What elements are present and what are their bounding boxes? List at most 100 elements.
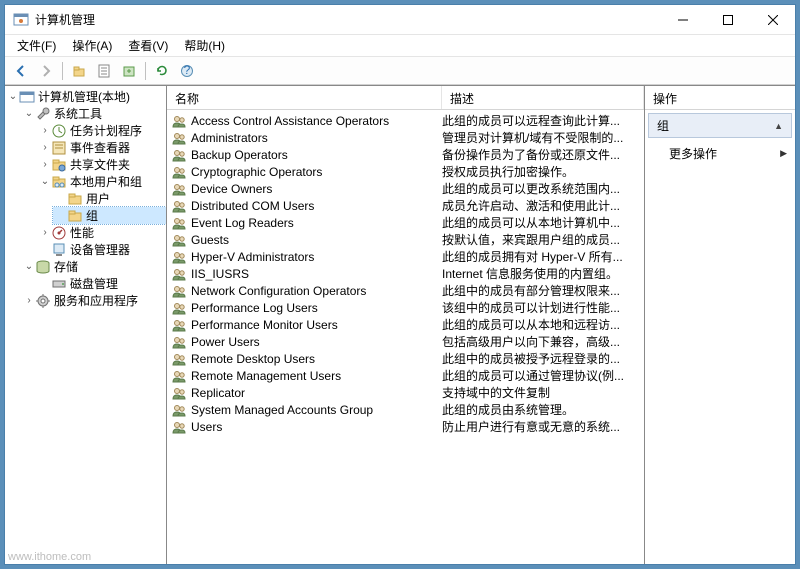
- tree-event-viewer[interactable]: ›事件查看器: [37, 139, 166, 156]
- group-description: 防止用户进行有意或无意的系统...: [442, 418, 644, 435]
- group-icon: [171, 215, 187, 231]
- group-icon: [171, 283, 187, 299]
- tree-local-users-groups-icon: [51, 174, 67, 190]
- action-section-groups[interactable]: 组 ▲: [648, 113, 792, 138]
- tree-users-label: 用户: [86, 190, 110, 207]
- expand-icon[interactable]: ⌄: [7, 91, 19, 102]
- action-section-label: 组: [657, 117, 669, 134]
- forward-button[interactable]: [34, 60, 58, 82]
- tree-shared-folders-label: 共享文件夹: [70, 156, 130, 173]
- help-button[interactable]: ?: [175, 60, 199, 82]
- group-icon: [171, 198, 187, 214]
- list-item[interactable]: Cryptographic Operators授权成员执行加密操作。: [167, 163, 644, 180]
- list-item[interactable]: Remote Management Users此组的成员可以通过管理协议(例..…: [167, 367, 644, 384]
- list-item[interactable]: Performance Log Users该组中的成员可以计划进行性能...: [167, 299, 644, 316]
- tree-storage-icon: [35, 259, 51, 275]
- group-description: 此组中的成员有部分管理权限来...: [442, 282, 644, 299]
- menu-bar: 文件(F) 操作(A) 查看(V) 帮助(H): [5, 35, 795, 57]
- group-description: 此组的成员拥有对 Hyper-V 所有...: [442, 248, 644, 265]
- tree-task-scheduler-icon: [51, 123, 67, 139]
- tree-services-apps-icon: [35, 293, 51, 309]
- tree-storage[interactable]: ⌄ 存储: [21, 258, 166, 275]
- list-item[interactable]: Device Owners此组的成员可以更改系统范围内...: [167, 180, 644, 197]
- expand-icon[interactable]: ›: [39, 142, 51, 153]
- list-item[interactable]: Users 防止用户进行有意或无意的系统...: [167, 418, 644, 435]
- list-pane[interactable]: 名称 描述 Access Control Assistance Operator…: [167, 86, 645, 564]
- list-item[interactable]: Performance Monitor Users此组的成员可以从本地和远程访.…: [167, 316, 644, 333]
- list-item[interactable]: Guests 按默认值，来宾跟用户组的成员...: [167, 231, 644, 248]
- action-more[interactable]: 更多操作 ▶: [645, 141, 795, 166]
- tree-shared-folders-icon: [51, 157, 67, 173]
- list-item[interactable]: Remote Desktop Users此组中的成员被授予远程登录的...: [167, 350, 644, 367]
- list-item[interactable]: Replicator支持域中的文件复制: [167, 384, 644, 401]
- tree-shared-folders[interactable]: › 共享文件夹: [37, 156, 166, 173]
- tree-root-node[interactable]: ⌄计算机管理(本地): [5, 88, 166, 105]
- list-item[interactable]: IIS_IUSRSInternet 信息服务使用的内置组。: [167, 265, 644, 282]
- tree-task-scheduler-label: 任务计划程序: [70, 122, 142, 139]
- menu-action[interactable]: 操作(A): [64, 35, 120, 56]
- group-description: 此组的成员可以更改系统范围内...: [442, 180, 644, 197]
- tree-users-icon: [67, 191, 83, 207]
- tree-services-apps[interactable]: ›服务和应用程序: [21, 292, 166, 309]
- list-item[interactable]: Power Users包括高级用户以向下兼容，高级...: [167, 333, 644, 350]
- tree-system-tools[interactable]: ⌄系统工具: [21, 105, 166, 122]
- actions-pane: 操作 组 ▲ 更多操作 ▶: [645, 86, 795, 564]
- column-description[interactable]: 描述: [442, 86, 644, 109]
- tree-users[interactable]: 用户: [53, 190, 166, 207]
- tree-disk-management[interactable]: 磁盘管理: [37, 275, 166, 292]
- menu-view[interactable]: 查看(V): [120, 35, 176, 56]
- export-button[interactable]: [117, 60, 141, 82]
- watermark: www.ithome.com: [8, 551, 91, 563]
- group-description: 管理员对计算机/域有不受限制的...: [442, 129, 644, 146]
- list-item[interactable]: Administrators管理员对计算机/域有不受限制的...: [167, 129, 644, 146]
- tree-performance-icon: [51, 225, 67, 241]
- list-item[interactable]: Hyper-V Administrators此组的成员拥有对 Hyper-V 所…: [167, 248, 644, 265]
- group-description: 成员允许启动、激活和使用此计...: [442, 197, 644, 214]
- expand-icon[interactable]: ⌄: [39, 176, 51, 187]
- back-button[interactable]: [9, 60, 33, 82]
- expand-icon[interactable]: ›: [23, 295, 35, 306]
- list-body[interactable]: Access Control Assistance Operators此组的成员…: [167, 110, 644, 564]
- expand-icon[interactable]: ›: [39, 227, 51, 238]
- properties-button[interactable]: [92, 60, 116, 82]
- close-button[interactable]: [750, 5, 795, 34]
- column-name[interactable]: 名称: [167, 86, 442, 109]
- group-name: Users: [191, 420, 222, 434]
- group-name: Remote Management Users: [191, 369, 341, 383]
- tree-local-users-groups[interactable]: ⌄本地用户和组: [37, 173, 166, 190]
- minimize-button[interactable]: [660, 5, 705, 34]
- tree-device-manager[interactable]: 设备管理器: [37, 241, 166, 258]
- group-name: Performance Log Users: [191, 301, 318, 315]
- expand-icon[interactable]: ⌄: [23, 261, 35, 272]
- maximize-button[interactable]: [705, 5, 750, 34]
- group-name: Event Log Readers: [191, 216, 294, 230]
- group-name: Distributed COM Users: [191, 199, 314, 213]
- group-description: 此组中的成员被授予远程登录的...: [442, 350, 644, 367]
- tree-storage-label: 存储: [54, 258, 78, 275]
- tree-device-manager-label: 设备管理器: [70, 241, 130, 258]
- list-item[interactable]: System Managed Accounts Group此组的成员由系统管理。: [167, 401, 644, 418]
- menu-help[interactable]: 帮助(H): [176, 35, 233, 56]
- tree-pane[interactable]: ⌄计算机管理(本地)⌄系统工具›任务计划程序›事件查看器›共享文件夹⌄本地用户和…: [5, 86, 167, 564]
- menu-file[interactable]: 文件(F): [9, 35, 64, 56]
- list-item[interactable]: Backup Operators备份操作员为了备份或还原文件...: [167, 146, 644, 163]
- list-item[interactable]: Network Configuration Operators此组中的成员有部分…: [167, 282, 644, 299]
- tree-groups[interactable]: 组: [53, 207, 166, 224]
- up-button[interactable]: [67, 60, 91, 82]
- window-title: 计算机管理: [35, 11, 660, 28]
- title-bar: 计算机管理: [5, 5, 795, 35]
- group-description: 按默认值，来宾跟用户组的成员...: [442, 231, 644, 248]
- expand-icon[interactable]: ›: [39, 159, 51, 170]
- list-item[interactable]: Event Log Readers此组的成员可以从本地计算机中...: [167, 214, 644, 231]
- tree-task-scheduler[interactable]: › 任务计划程序: [37, 122, 166, 139]
- list-item[interactable]: Access Control Assistance Operators此组的成员…: [167, 112, 644, 129]
- tree-performance[interactable]: ›性能: [37, 224, 166, 241]
- refresh-button[interactable]: [150, 60, 174, 82]
- expand-icon[interactable]: ⌄: [23, 108, 35, 119]
- group-name: Cryptographic Operators: [191, 165, 322, 179]
- group-name: Performance Monitor Users: [191, 318, 338, 332]
- expand-icon[interactable]: ›: [39, 125, 51, 136]
- group-name: Guests: [191, 233, 229, 247]
- group-description: 备份操作员为了备份或还原文件...: [442, 146, 644, 163]
- list-item[interactable]: Distributed COM Users 成员允许启动、激活和使用此计...: [167, 197, 644, 214]
